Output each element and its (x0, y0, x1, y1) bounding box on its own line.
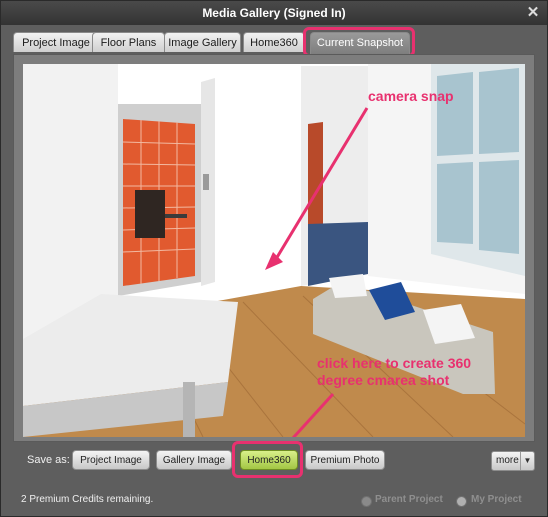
credits-text: 2 Premium Credits remaining. (21, 494, 154, 505)
my-project-label: My Project (471, 494, 522, 505)
window-title: Media Gallery (Signed In) (202, 6, 346, 20)
home360-hint-annotation: click here to create 360 degree cmarea s… (317, 355, 471, 389)
snapshot-viewport: camera snap click here to create 360 deg… (23, 64, 525, 437)
close-icon[interactable]: ✕ (525, 5, 541, 21)
title-bar: Media Gallery (Signed In) ✕ (1, 1, 547, 25)
tab-current-snapshot[interactable]: Current Snapshot (310, 32, 410, 54)
tab-project-image[interactable]: Project Image (13, 32, 99, 52)
parent-project-radio[interactable] (361, 496, 372, 507)
media-gallery-window: Media Gallery (Signed In) ✕ Project Imag… (0, 0, 548, 517)
tab-home360[interactable]: Home360 (243, 32, 305, 52)
chevron-down-icon[interactable]: ▼ (520, 452, 534, 470)
parent-project-label: Parent Project (375, 494, 443, 505)
camera-arrow (271, 107, 369, 265)
save-gallery-image-button[interactable]: Gallery Image (156, 450, 232, 470)
save-project-image-button[interactable]: Project Image (72, 450, 150, 470)
my-project-radio[interactable] (456, 496, 467, 507)
hint-line-1: click here to create 360 (317, 355, 472, 371)
status-bar: 2 Premium Credits remaining. Parent Proj… (1, 487, 547, 516)
hint-line-2: degree cmarea shot (317, 372, 450, 388)
hint-arrow (291, 392, 335, 437)
more-dropdown[interactable]: more ▼ (491, 451, 535, 471)
save-as-label: Save as: (27, 454, 70, 466)
save-premium-photo-button[interactable]: Premium Photo (305, 450, 385, 470)
tab-image-gallery[interactable]: Image Gallery (164, 32, 241, 52)
more-label: more (496, 455, 519, 466)
tab-floor-plans[interactable]: Floor Plans (92, 32, 165, 52)
save-bar: Save as: Project Image Gallery Image Hom… (13, 446, 535, 476)
save-home360-button[interactable]: Home360 (240, 450, 298, 470)
